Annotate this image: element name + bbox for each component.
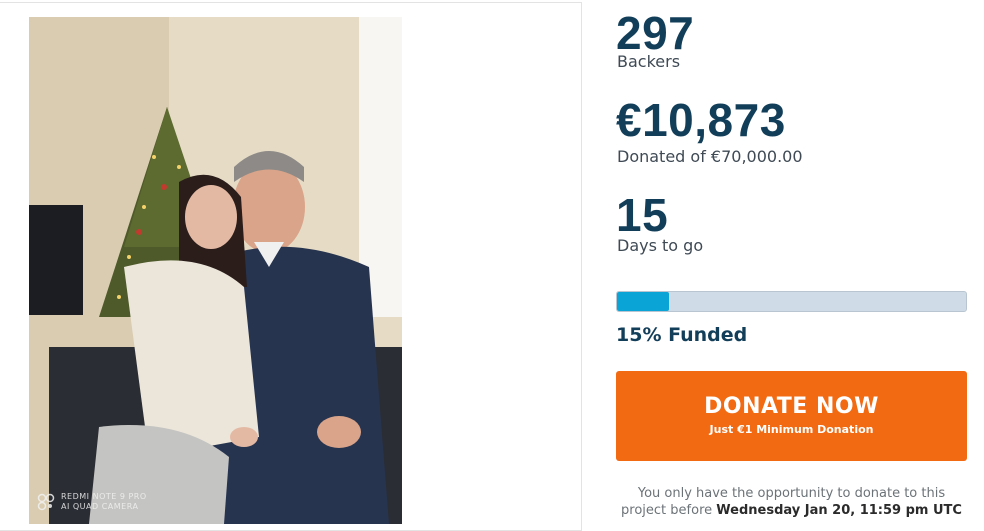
backers-label: Backers	[617, 52, 681, 71]
donated-amount: €10,873	[616, 94, 786, 146]
camera-watermark-icon	[37, 493, 55, 511]
backers-count: 297	[616, 7, 695, 59]
days-label: Days to go	[617, 236, 704, 255]
watermark-line2: AI QUAD CAMERA	[61, 502, 139, 511]
deadline-notice: You only have the opportunity to donate …	[616, 485, 967, 519]
donate-minimum-label: Just €1 Minimum Donation	[709, 423, 874, 436]
campaign-photo-image	[29, 17, 402, 524]
funding-progress-bar	[616, 291, 967, 312]
deadline-date: Wednesday Jan 20, 11:59 pm UTC	[716, 503, 962, 518]
funded-percent-label: 15% Funded	[616, 324, 748, 346]
camera-watermark: REDMI NOTE 9 PRO AI QUAD CAMERA	[37, 492, 147, 512]
watermark-line1: REDMI NOTE 9 PRO	[61, 492, 147, 501]
donate-now-label: DONATE NOW	[704, 394, 879, 419]
funding-progress-fill	[617, 292, 670, 311]
donate-now-button[interactable]: DONATE NOW Just €1 Minimum Donation	[616, 371, 967, 461]
donated-goal-label: Donated of €70,000.00	[617, 147, 803, 166]
days-count: 15	[616, 189, 669, 241]
campaign-media-panel: REDMI NOTE 9 PRO AI QUAD CAMERA	[0, 2, 582, 531]
campaign-photo: REDMI NOTE 9 PRO AI QUAD CAMERA	[29, 17, 402, 524]
